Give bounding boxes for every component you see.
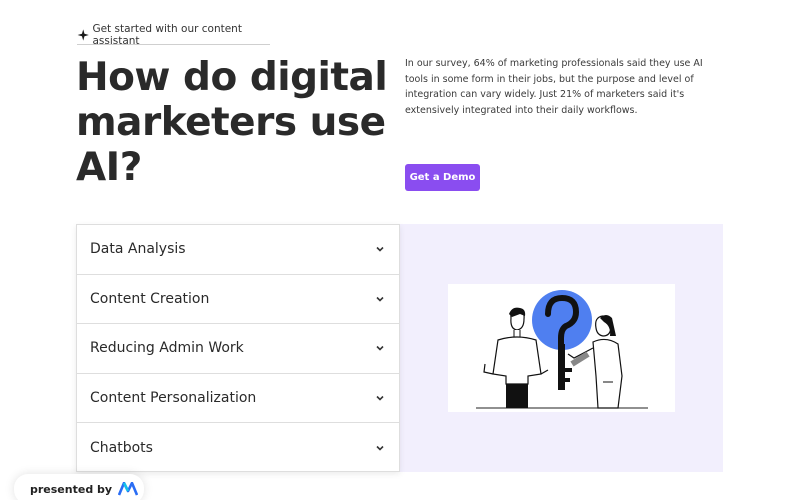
accordion-item-data-analysis[interactable]: Data Analysis: [77, 225, 399, 275]
brand-logo-icon: [118, 482, 139, 496]
eyebrow-text: Get started with our content assistant: [92, 23, 242, 47]
chevron-down-icon: [376, 346, 384, 352]
accordion-item-chatbots[interactable]: Chatbots: [77, 423, 399, 473]
chevron-down-icon: [376, 247, 384, 252]
accordion-item-label: Content Personalization: [90, 390, 257, 407]
get-demo-button[interactable]: Get a Demo: [405, 164, 480, 191]
accordion-item-reducing-admin-work[interactable]: Reducing Admin Work: [77, 324, 399, 374]
accordion-item-label: Reducing Admin Work: [90, 340, 244, 357]
chevron-down-icon: [376, 296, 384, 302]
accordion-item-content-creation[interactable]: Content Creation: [77, 275, 399, 325]
question-key-people-illustration: [448, 284, 675, 412]
page-title: How do digital marketers use AI?: [76, 55, 388, 190]
accordion-item-label: Data Analysis: [90, 241, 186, 258]
presented-by-badge[interactable]: presented by: [14, 474, 144, 500]
accordion-item-content-personalization[interactable]: Content Personalization: [77, 374, 399, 424]
presented-by-text: presented by: [30, 482, 113, 496]
use-case-accordion: Data Analysis Content Creation Reducing …: [76, 224, 400, 472]
eyebrow-link[interactable]: Get started with our content assistant: [77, 23, 270, 47]
chevron-down-icon: [376, 446, 384, 451]
intro-paragraph: In our survey, 64% of marketing professi…: [405, 58, 703, 116]
accordion-item-label: Chatbots: [90, 440, 153, 457]
sparkle-icon: [77, 29, 89, 41]
accordion-item-label: Content Creation: [90, 290, 210, 307]
chevron-down-icon: [376, 396, 384, 401]
